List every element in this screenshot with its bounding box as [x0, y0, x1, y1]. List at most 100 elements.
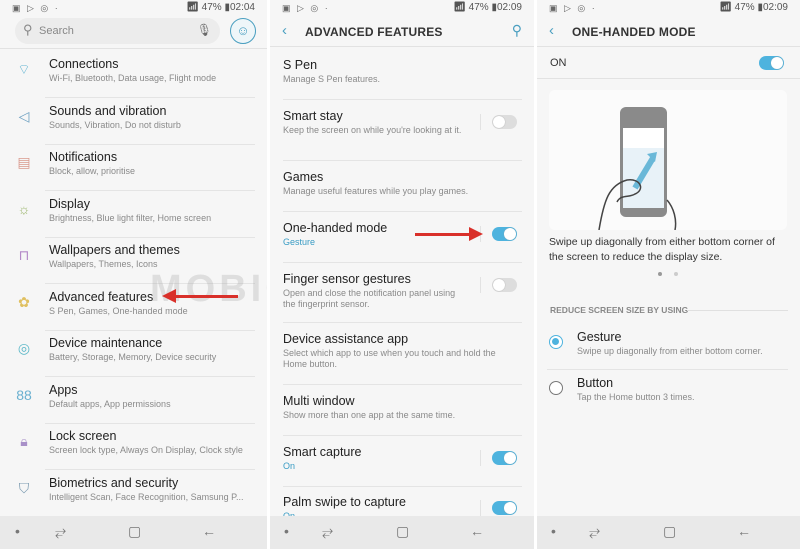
item-title: One-handed mode [283, 221, 388, 235]
toggle-switch[interactable] [492, 278, 517, 292]
item-subtitle: Battery, Storage, Memory, Device securit… [49, 352, 217, 362]
settings-item-lock-screen[interactable]: 🔒︎ Lock screen Screen lock type, Always On… [0, 424, 267, 470]
item-title: Biometrics and security [49, 475, 179, 490]
toggle-switch[interactable] [492, 115, 517, 129]
master-toggle[interactable] [759, 56, 784, 70]
settings-item-connections[interactable]: ⌔ Connections Wi-Fi, Bluetooth, Data usage… [0, 52, 267, 98]
home-icon[interactable]: ▢ [128, 523, 141, 540]
section-header: REDUCE SCREEN SIZE BY USING [550, 305, 689, 315]
radio-button[interactable] [549, 381, 563, 395]
page-title: ADVANCED FEATURES [305, 25, 443, 39]
item-title: Lock screen [49, 429, 117, 443]
account-icon[interactable]: ☺ [230, 18, 256, 44]
status-bar: ▣ ▷ ◎ · 📶︎ 47% ▮02:09 [537, 0, 800, 17]
feature-item-multi-window[interactable]: Multi window Show more than one app at th… [270, 386, 534, 436]
settings-item-apps[interactable]: 88 Apps Default apps, App permissions [0, 378, 267, 424]
one-hand-illustration [598, 107, 677, 231]
separator [480, 277, 481, 293]
status-bar: ▣ ▷ ◎ · 📶︎ 47% ▮02:09 [270, 0, 534, 17]
back-icon[interactable]: ← [470, 523, 484, 539]
search-input[interactable]: ⚲ Search 🎙︎ [15, 18, 220, 44]
feature-item-s-pen[interactable]: S Pen Manage S Pen features. [270, 50, 534, 100]
header: ‹ ONE-HANDED MODE [537, 22, 800, 42]
navigation-bar: • ⥂ ▢ ← [270, 516, 534, 549]
dot-icon[interactable]: • [15, 523, 20, 539]
divider [283, 211, 522, 212]
search-icon[interactable]: ⚲ [512, 22, 522, 39]
back-icon[interactable]: ← [737, 523, 751, 539]
feature-item-finger-sensor-gestures[interactable]: Finger sensor gestures Open and close the… [270, 264, 534, 323]
option-title: Gesture [577, 330, 622, 344]
item-subtitle: Select which app to use when you touch a… [283, 348, 496, 369]
advanced-features-panel: ▣ ▷ ◎ · 📶︎ 47% ▮02:09 ‹ ADVANCED FEATURES ⚲… [270, 0, 534, 549]
item-subtitle: Screen lock type, Always On Display, Clo… [49, 445, 243, 455]
home-icon[interactable]: ▢ [396, 523, 409, 540]
option-button[interactable]: Button Tap the Home button 3 times. [537, 371, 800, 417]
header: ‹ ADVANCED FEATURES ⚲ [270, 22, 534, 42]
page-dot[interactable] [674, 272, 678, 276]
item-subtitle: Gesture [283, 237, 316, 247]
feature-item-one-handed-mode[interactable]: One-handed mode Gesture [270, 213, 534, 263]
speaker-icon: ◁ [18, 107, 30, 124]
clock: 02:09 [496, 2, 522, 13]
page-dot-active[interactable] [658, 272, 662, 276]
back-icon[interactable]: ‹ [549, 22, 554, 39]
item-title: Games [283, 170, 324, 184]
settings-item-display[interactable]: ☼ Display Brightness, Blue light filter, H… [0, 192, 267, 238]
shield-icon: ⛉ [18, 479, 30, 496]
feature-item-smart-capture[interactable]: Smart capture On [270, 437, 534, 487]
recents-icon[interactable]: ⥂ [589, 523, 600, 540]
divider [283, 262, 522, 263]
divider [283, 322, 522, 323]
toggle-switch[interactable] [492, 501, 517, 515]
divider [270, 46, 534, 47]
status-right: 📶︎ 47% ▮02:09 [453, 2, 522, 13]
dot-icon[interactable]: • [551, 523, 556, 539]
back-icon[interactable]: ← [202, 523, 216, 539]
battery-level: 47% [468, 2, 489, 13]
connections-icon: ⌔ [17, 61, 31, 77]
feature-item-smart-stay[interactable]: Smart stay Keep the screen on while you'r… [270, 101, 534, 161]
item-subtitle: Manage S Pen features. [283, 74, 381, 84]
divider [283, 99, 522, 100]
status-bar: ▣ ▷ ◎ · 📶︎ 47% ▮02:04 [0, 0, 267, 17]
option-subtitle: Swipe up diagonally from either bottom c… [577, 346, 763, 356]
navigation-bar: • ⥂ ▢ ← [537, 516, 800, 549]
master-switch-label: ON [550, 57, 567, 69]
settings-item-device-maintenance[interactable]: ◎ Device maintenance Battery, Storage, Mem… [0, 331, 267, 377]
feature-item-device-assistance-app[interactable]: Device assistance app Select which app to… [270, 324, 534, 385]
home-icon[interactable]: ▢ [663, 523, 676, 540]
clock: 02:09 [762, 2, 788, 13]
display-icon: ☼ [17, 200, 31, 217]
separator [480, 114, 481, 130]
feature-item-games[interactable]: Games Manage useful features while you pl… [270, 162, 534, 212]
toggle-switch[interactable] [492, 451, 517, 465]
separator [480, 450, 481, 466]
item-title: Device assistance app [283, 332, 409, 346]
option-gesture[interactable]: Gesture Swipe up diagonally from either b… [537, 325, 800, 371]
notification-icons: ▣ ▷ ◎ · [549, 3, 597, 13]
toggle-switch[interactable] [492, 227, 517, 241]
radio-button[interactable] [549, 335, 563, 349]
item-subtitle: Manage useful features while you play ga… [283, 186, 469, 196]
divider [283, 435, 522, 436]
maintenance-icon: ◎ [17, 340, 31, 356]
item-title: S Pen [283, 58, 318, 72]
item-title: Wallpapers and themes [49, 243, 180, 257]
item-subtitle: Keep the screen on while you're looking … [283, 125, 462, 135]
recents-icon[interactable]: ⥂ [322, 523, 333, 540]
master-switch-row[interactable]: ON [537, 46, 800, 79]
dot-icon[interactable]: • [284, 523, 289, 539]
item-title: Advanced features [49, 289, 154, 304]
back-icon[interactable]: ‹ [282, 22, 287, 39]
option-title: Button [577, 376, 614, 390]
settings-item-notifications[interactable]: ▤ Notifications Block, allow, prioritise [0, 145, 267, 191]
item-title: Smart stay [283, 109, 343, 123]
item-subtitle: Sounds, Vibration, Do not disturb [49, 119, 181, 130]
recents-icon[interactable]: ⥂ [55, 523, 66, 540]
item-subtitle: Block, allow, prioritise [49, 166, 136, 176]
settings-item-biometrics-and-security[interactable]: ⛉ Biometrics and security Intelligent Scan… [0, 471, 267, 517]
item-title: Notifications [49, 150, 118, 164]
settings-item-sounds-and-vibration[interactable]: ◁ Sounds and vibration Sounds, Vibration, … [0, 99, 267, 145]
microphone-icon[interactable]: 🎙︎ [197, 23, 212, 37]
